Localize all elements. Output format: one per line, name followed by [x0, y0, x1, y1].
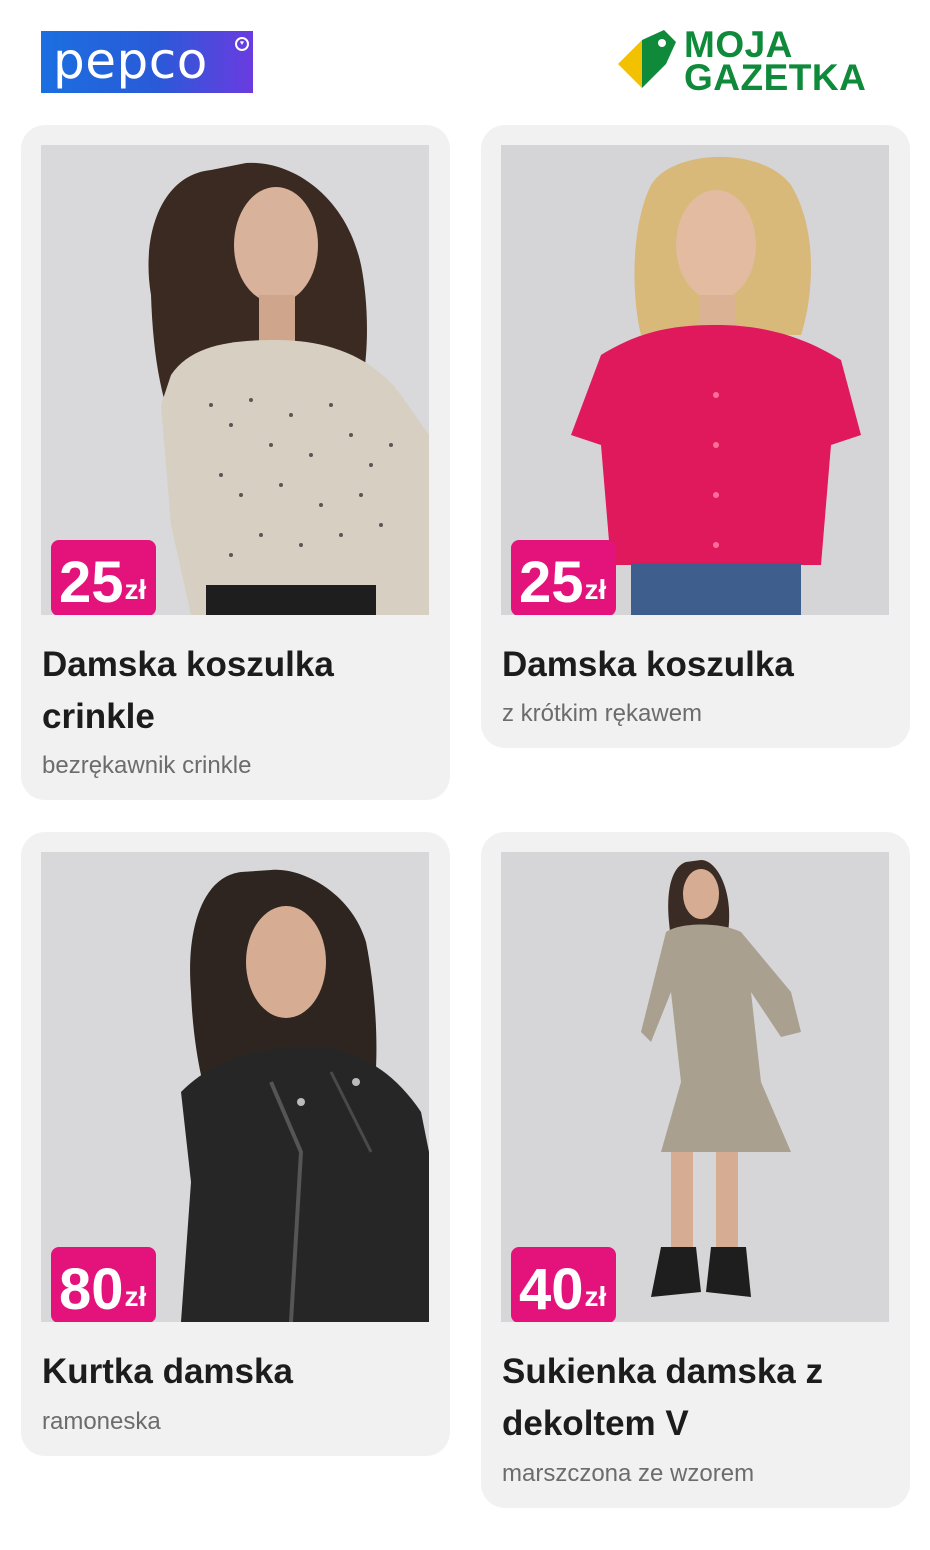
product-subtitle: z krótkim rękawem [502, 700, 703, 727]
pepco-logo-text: pepco [53, 32, 208, 90]
price-currency: zł [124, 1281, 147, 1312]
price-badge: 40 zł [511, 1247, 617, 1322]
heart-icon: ♥ [235, 37, 249, 51]
moja-gazetka-logo[interactable]: MOJA GAZETKA [612, 24, 892, 98]
price-value: 25 [59, 550, 124, 615]
pepco-logo[interactable]: pepco ♥ [41, 31, 253, 93]
price-value: 80 [59, 1257, 124, 1322]
price-value: 25 [519, 550, 584, 615]
price-badge: 25 zł [51, 540, 157, 615]
product-photo[interactable]: 80 zł [41, 852, 429, 1322]
product-title[interactable]: Damska koszulka crinkle [42, 639, 432, 743]
header: pepco ♥ MOJA GAZETKA [0, 0, 930, 120]
product-title[interactable]: Sukienka damska z dekoltem V [502, 1346, 892, 1450]
product-photo[interactable]: 25 zł [501, 145, 889, 615]
price-currency: zł [584, 574, 607, 605]
price-currency: zł [124, 574, 147, 605]
product-card[interactable]: 40 zł Sukienka damska z dekoltem V marsz… [481, 832, 910, 1508]
moja-gazetka-text: MOJA GAZETKA [684, 24, 867, 98]
price-value: 40 [519, 1257, 584, 1322]
product-card[interactable]: 25 zł Damska koszulka crinkle bezrękawni… [21, 125, 450, 800]
product-subtitle: marszczona ze wzorem [502, 1460, 755, 1487]
price-tag-icon [618, 30, 676, 88]
price-badge: 80 zł [51, 1247, 157, 1322]
product-title[interactable]: Kurtka damska [42, 1346, 432, 1398]
product-subtitle: bezrękawnik crinkle [42, 752, 252, 779]
product-card[interactable]: 25 zł Damska koszulka z krótkim rękawem [481, 125, 910, 748]
price-badge: 25 zł [511, 540, 617, 615]
product-card[interactable]: 80 zł Kurtka damska ramoneska [21, 832, 450, 1456]
price-currency: zł [584, 1281, 607, 1312]
product-photo[interactable]: 40 zł [501, 852, 889, 1322]
product-title[interactable]: Damska koszulka [502, 639, 892, 691]
product-subtitle: ramoneska [42, 1408, 161, 1435]
product-photo[interactable]: 25 zł [41, 145, 429, 615]
